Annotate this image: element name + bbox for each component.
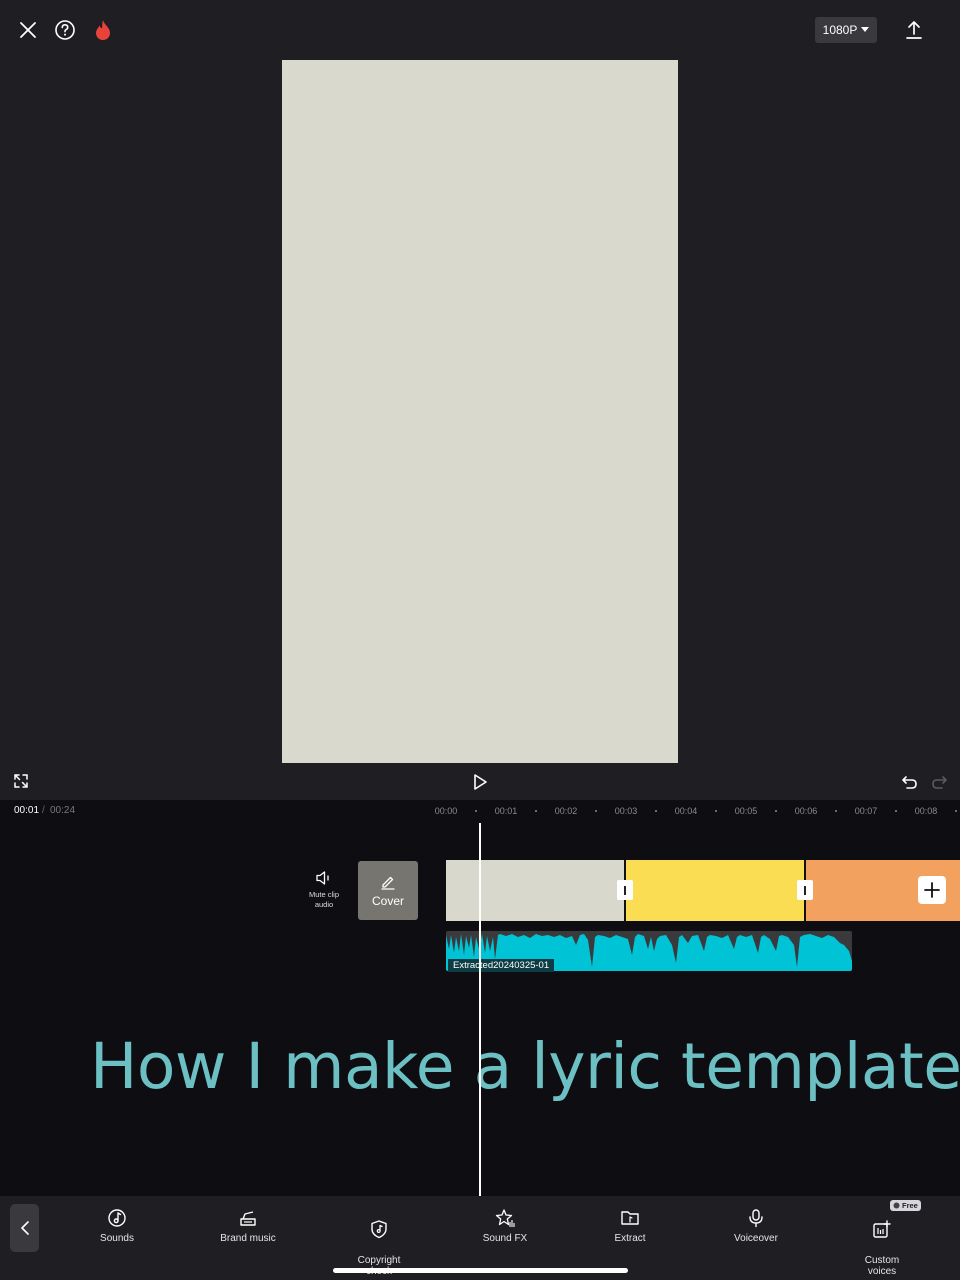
- coin-icon: [893, 1202, 900, 1209]
- help-icon[interactable]: [51, 16, 79, 44]
- tick-dot: [715, 810, 717, 812]
- tool-extract[interactable]: Extract: [580, 1208, 680, 1244]
- tool-voiceover[interactable]: Voiceover: [706, 1208, 806, 1244]
- mute-clip-audio-label: Mute clip audio: [308, 890, 339, 909]
- tick-label: 00:06: [794, 806, 818, 816]
- tool-sounds[interactable]: Sounds: [67, 1208, 167, 1244]
- video-clip[interactable]: [625, 860, 805, 921]
- total-time: 00:24: [50, 805, 76, 816]
- tick-label: 00:04: [674, 806, 698, 816]
- tick-label: 00:01: [494, 806, 518, 816]
- tick-dot: [475, 810, 477, 812]
- fullscreen-icon[interactable]: [10, 770, 32, 792]
- chevron-left-icon: [20, 1221, 29, 1235]
- tick-label: 00:02: [554, 806, 578, 816]
- home-indicator[interactable]: [333, 1268, 628, 1273]
- plus-icon: [924, 882, 940, 898]
- tick-dot: [775, 810, 777, 812]
- tool-label: Extract: [614, 1233, 646, 1244]
- video-clip[interactable]: [446, 860, 625, 921]
- close-icon[interactable]: [14, 16, 42, 44]
- tool-custom-voices[interactable]: Custom voices: [832, 1208, 932, 1277]
- speaker-icon: [316, 871, 329, 885]
- video-canvas[interactable]: [282, 60, 678, 763]
- tick-dot: [595, 810, 597, 812]
- add-clip-button[interactable]: [918, 876, 946, 904]
- transition-button[interactable]: [617, 880, 633, 900]
- overlay-title: How I make a lyric template: [90, 1030, 960, 1103]
- playhead[interactable]: [479, 823, 481, 1196]
- cover-button[interactable]: Cover: [358, 861, 418, 920]
- tool-sound-fx[interactable]: Sound FX: [455, 1208, 555, 1244]
- microphone-icon: [749, 1209, 763, 1228]
- brand-music-icon: [240, 1211, 256, 1226]
- tool-label: Brand music: [220, 1233, 276, 1244]
- tick-label: 00:08: [914, 806, 938, 816]
- edit-icon: [381, 876, 395, 890]
- chevron-down-icon: [861, 27, 870, 32]
- cover-label: Cover: [371, 893, 404, 908]
- tick-label: 00:05: [734, 806, 758, 816]
- play-icon[interactable]: [469, 770, 491, 794]
- tool-copyright-check[interactable]: Copyright check: [329, 1208, 429, 1277]
- tick-dot: [535, 810, 537, 812]
- tick-dot: [955, 810, 957, 812]
- tick-dot: [895, 810, 897, 812]
- folder-icon: [621, 1211, 639, 1225]
- tool-label: Sound FX: [482, 1233, 528, 1244]
- music-note-icon: [108, 1209, 126, 1227]
- tool-label: Custom voices: [864, 1255, 900, 1277]
- tool-brand-music[interactable]: Brand music: [198, 1208, 298, 1244]
- custom-voices-icon: [873, 1220, 891, 1238]
- tick-label: 00:03: [614, 806, 638, 816]
- free-badge-label: Free: [902, 1201, 918, 1210]
- redo-icon[interactable]: [927, 770, 951, 794]
- undo-icon[interactable]: [898, 770, 922, 794]
- tick-dot: [835, 810, 837, 812]
- tool-label: Copyright check: [357, 1255, 401, 1277]
- resolution-label: 1080P: [822, 23, 858, 37]
- star-sound-icon: [495, 1209, 515, 1227]
- tick-label: 00:07: [854, 806, 878, 816]
- transition-button[interactable]: [797, 880, 813, 900]
- mute-clip-audio-button[interactable]: Mute clip audio: [300, 870, 348, 910]
- tool-label: Voiceover: [734, 1233, 778, 1244]
- audio-track-label: Extracted20240325-01: [448, 959, 555, 972]
- current-time: 00:01: [14, 805, 40, 816]
- shield-icon: [371, 1220, 387, 1239]
- resolution-dropdown[interactable]: 1080P: [815, 17, 877, 43]
- back-button[interactable]: [10, 1204, 39, 1252]
- free-badge: Free: [890, 1200, 921, 1211]
- export-icon[interactable]: [900, 16, 928, 44]
- time-separator: /: [42, 805, 45, 816]
- tick-label: 00:00: [434, 806, 458, 816]
- fire-icon[interactable]: [89, 16, 117, 44]
- tick-dot: [655, 810, 657, 812]
- tool-label: Sounds: [100, 1233, 134, 1244]
